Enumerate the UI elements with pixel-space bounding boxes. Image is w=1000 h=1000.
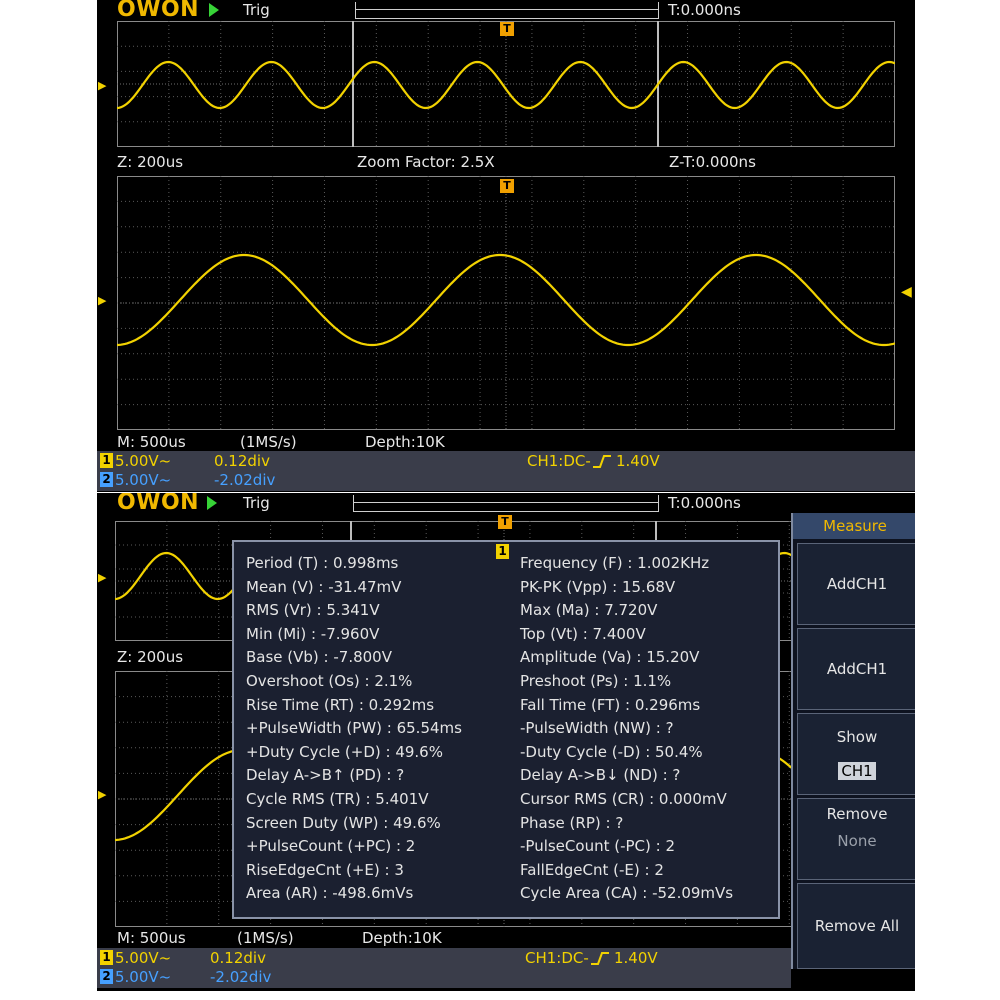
show-value: CH1: [838, 762, 876, 780]
measurement-item: RMS (Vr) : 5.341V: [246, 601, 380, 620]
time-offset: T:0.000ns: [668, 494, 741, 512]
measurement-item: Overshoot (Os) : 2.1%: [246, 672, 413, 690]
trigger-status: Trig: [243, 494, 270, 512]
ch1-level-marker-zoom: ▶: [98, 788, 107, 801]
measurement-item: +PulseWidth (PW) : 65.54ms: [246, 719, 462, 738]
ch2-scale: 5.00V~: [115, 471, 172, 489]
trigger-position-marker: T: [500, 22, 514, 36]
memory-position-bar[interactable]: [355, 2, 659, 19]
show-button[interactable]: Show CH1: [797, 713, 915, 795]
add-ch1-button[interactable]: AddCH1: [797, 543, 915, 625]
measurement-item: Cycle RMS (TR) : 5.401V: [246, 790, 429, 808]
zoom-timebase: Z: 200us: [117, 648, 184, 666]
trigger-status: Trig: [243, 1, 270, 19]
sample-rate: (1MS/s): [237, 929, 294, 947]
ch1-badge[interactable]: 1: [100, 453, 113, 468]
ch2-scale: 5.00V~: [115, 968, 172, 986]
main-timebase: M: 500us: [117, 433, 186, 451]
measurement-item: Mean (V) : -31.47mV: [246, 577, 402, 596]
menu-title: Measure: [793, 513, 915, 539]
sample-rate: (1MS/s): [240, 433, 297, 451]
zoom-timebase: Z: 200us: [117, 153, 184, 171]
memory-depth: Depth:10K: [365, 433, 445, 451]
oscilloscope-screen-top: OWON Trig T:0.000ns T ▶ Z: 200us Zoom Fa…: [97, 0, 915, 492]
measurement-item: -PulseWidth (NW) : ?: [520, 719, 674, 738]
measurement-item: Cycle Area (CA) : -52.09mVs: [520, 884, 734, 903]
rising-edge-icon: [593, 455, 611, 468]
measurement-item: -Duty Cycle (-D) : 50.4%: [520, 742, 703, 761]
remove-value: None: [837, 832, 877, 850]
zoom-time-offset: Z-T:0.000ns: [669, 153, 756, 171]
time-offset: T:0.000ns: [668, 1, 741, 19]
owon-logo: OWON: [117, 493, 200, 515]
measurement-item: Area (AR) : -498.6mVs: [246, 884, 414, 903]
measurement-item: Delay A->B↑ (PD) : ?: [246, 766, 405, 785]
ch2-badge[interactable]: 2: [100, 969, 113, 984]
measurement-item: FallEdgeCnt (-E) : 2: [520, 860, 664, 879]
zoom-overview-waveform: [117, 21, 895, 147]
remove-label: Remove: [826, 805, 888, 823]
measurement-item: RiseEdgeCnt (+E) : 3: [246, 860, 404, 879]
measurement-item: +PulseCount (+PC) : 2: [246, 837, 416, 856]
measurement-item: Preshoot (Ps) : 1.1%: [520, 672, 672, 690]
measurement-item: Fall Time (FT) : 0.296ms: [520, 695, 701, 714]
zoom-factor: Zoom Factor: 2.5X: [357, 153, 495, 171]
status-bar: 1 5.00V~ 0.12div 2 5.00V~ -2.02div CH1:D…: [97, 451, 915, 491]
remove-button[interactable]: Remove None: [797, 798, 915, 880]
measurement-item: Frequency (F) : 1.002KHz: [520, 554, 710, 572]
ch1-scale: 5.00V~: [115, 949, 172, 967]
main-timebase: M: 500us: [117, 929, 186, 947]
ch1-level-marker: ▶: [98, 571, 107, 584]
measure-menu: Measure AddCH1 AddCH1 Show CH1 Remove No…: [791, 513, 915, 969]
status-bar: 1 5.00V~ 0.12div 2 5.00V~ -2.02div CH1:D…: [97, 948, 791, 988]
measurement-item: Delay A->B↓ (ND) : ?: [520, 766, 681, 785]
measurement-item: +Duty Cycle (+D) : 49.6%: [246, 742, 443, 761]
trigger-position-marker: T: [498, 515, 512, 529]
measurement-item: Phase (RP) : ?: [520, 813, 624, 832]
trigger-level: 1.40V: [616, 452, 660, 470]
ch2-badge[interactable]: 2: [100, 472, 113, 487]
memory-depth: Depth:10K: [362, 929, 442, 947]
measurement-item: Rise Time (RT) : 0.292ms: [246, 695, 435, 714]
measurement-item: Max (Ma) : 7.720V: [520, 601, 658, 620]
trigger-level-marker: ◀: [901, 284, 912, 300]
measurement-item: Amplitude (Va) : 15.20V: [520, 648, 700, 667]
trigger-coupling: CH1:DC-: [527, 452, 591, 470]
remove-all-button[interactable]: Remove All: [797, 883, 915, 969]
measurement-item: Screen Duty (WP) : 49.6%: [246, 813, 441, 832]
measurement-item: Period (T) : 0.998ms: [246, 554, 399, 572]
add-ch1-button-2[interactable]: AddCH1: [797, 628, 915, 710]
measurement-item: Cursor RMS (CR) : 0.000mV: [520, 790, 727, 808]
zoomed-waveform: [117, 176, 895, 430]
memory-position-bar[interactable]: [353, 495, 659, 512]
owon-logo: OWON: [117, 0, 200, 22]
ch1-level-marker: ▶: [98, 79, 107, 92]
ch1-offset: 0.12div: [214, 452, 270, 470]
ch2-offset: -2.02div: [214, 471, 276, 489]
measurement-panel: 1 Period (T) : 0.998ms Mean (V) : -31.47m…: [232, 540, 780, 919]
measurement-item: Top (Vt) : 7.400V: [520, 624, 646, 643]
measurement-item: Min (Mi) : -7.960V: [246, 624, 380, 643]
ch1-badge[interactable]: 1: [100, 950, 113, 965]
ch1-offset: 0.12div: [210, 949, 266, 967]
measure-channel-badge: 1: [496, 544, 509, 559]
show-label: Show: [836, 728, 878, 746]
trigger-position-marker-zoom: T: [500, 179, 514, 193]
run-play-icon[interactable]: [209, 3, 219, 17]
ch1-scale: 5.00V~: [115, 452, 172, 470]
measurement-item: Base (Vb) : -7.800V: [246, 648, 392, 667]
ch2-offset: -2.02div: [210, 968, 272, 986]
trigger-coupling: CH1:DC-: [525, 949, 589, 967]
measurement-item: PK-PK (Vpp) : 15.68V: [520, 577, 676, 596]
rising-edge-icon: [591, 952, 609, 965]
ch1-level-marker-zoom: ▶: [98, 294, 107, 307]
run-play-icon[interactable]: [207, 496, 217, 510]
oscilloscope-screen-bottom: OWON Trig T:0.000ns T ▶ Z: 200us ▶ 1 Per…: [97, 493, 915, 991]
trigger-level: 1.40V: [614, 949, 658, 967]
measurement-item: -PulseCount (-PC) : 2: [520, 837, 675, 856]
